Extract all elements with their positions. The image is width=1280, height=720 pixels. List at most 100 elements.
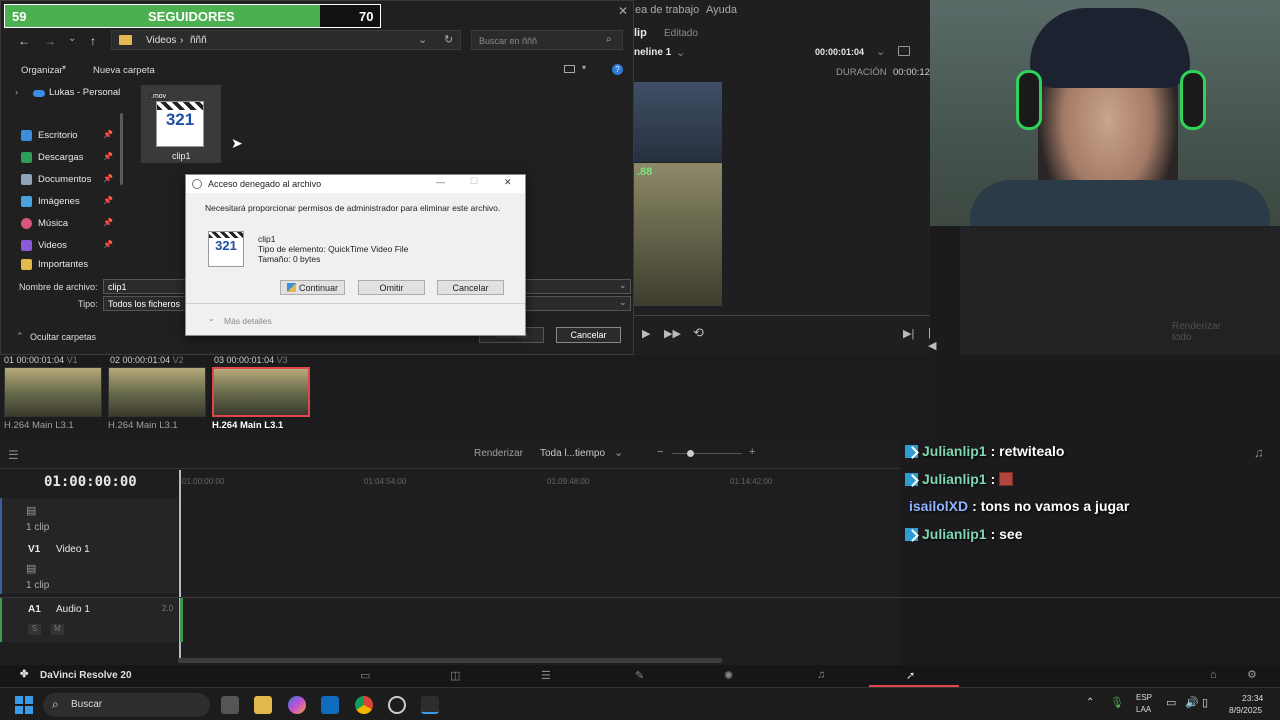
cancel-button[interactable]: Cancelar — [556, 327, 621, 343]
menu-help[interactable]: Ayuda — [706, 4, 737, 16]
skip-end-icon[interactable]: ▶| — [903, 327, 914, 340]
cancel-button[interactable]: Cancelar — [437, 280, 504, 295]
play-icon[interactable]: ▶ — [642, 327, 650, 340]
chevron-down-icon[interactable]: ⌄ — [614, 446, 623, 459]
tab-edited[interactable]: Editado — [664, 28, 698, 39]
menu-workspace[interactable]: ea de trabajo — [635, 4, 699, 16]
breadcrumb-videos[interactable]: Videos — [146, 35, 176, 46]
minimize-icon[interactable]: — — [436, 177, 445, 187]
up-icon[interactable]: ↑ — [90, 34, 96, 48]
copilot-icon[interactable] — [288, 696, 306, 714]
home-icon[interactable]: ⌂ — [1210, 669, 1217, 681]
close-icon[interactable]: ✕ — [504, 177, 512, 188]
zoom-slider[interactable] — [672, 453, 742, 454]
task-view-icon[interactable] — [221, 696, 239, 714]
davinci-resolve-icon[interactable] — [421, 696, 439, 714]
chevron-down-icon[interactable]: ⌄ — [418, 33, 427, 46]
chevron-down-icon[interactable]: ⌄ — [619, 297, 627, 308]
new-folder-button[interactable]: Nueva carpeta — [93, 65, 155, 76]
forward-icon[interactable]: → — [44, 34, 56, 48]
timeline-scrollbar[interactable] — [178, 658, 722, 663]
clip-thumbnail-selected[interactable] — [212, 367, 310, 417]
hide-folders-button[interactable]: Ocultar carpetas — [30, 332, 96, 342]
music-note-icon[interactable]: ♫ — [1254, 445, 1264, 460]
sidebar-scrollbar[interactable] — [120, 113, 123, 185]
render-all-button[interactable]: Renderizar todo — [1172, 321, 1221, 343]
cut-page-icon[interactable]: ◫ — [450, 669, 460, 682]
audio-clip[interactable] — [180, 598, 183, 642]
timeline-name[interactable]: neline 1 — [634, 47, 671, 58]
sidebar-item-documents[interactable]: Documentos — [21, 169, 91, 189]
sidebar-item-music[interactable]: Música — [21, 213, 68, 233]
media-page-icon[interactable]: ▭ — [360, 669, 370, 682]
address-bar[interactable]: Videos › ñññ ⌄ ↻ — [111, 30, 461, 50]
color-page-icon[interactable]: ✺ — [724, 669, 733, 682]
rocket-icon[interactable]: ➚ — [906, 669, 915, 682]
skip-button[interactable]: Omitir — [358, 280, 425, 295]
sidebar-item-videos[interactable]: Videos — [21, 235, 67, 255]
chevron-right-icon[interactable]: › — [15, 87, 18, 97]
volume-icon[interactable]: 🔊 — [1185, 696, 1199, 709]
battery-icon[interactable]: ▯ — [1202, 696, 1208, 709]
outlook-icon[interactable] — [321, 696, 339, 714]
loop-icon[interactable]: ⟲ — [693, 325, 704, 341]
edit-page-icon[interactable]: ☰ — [541, 669, 551, 682]
sidebar-item-important[interactable]: Importantes — [21, 257, 88, 271]
chevron-down-icon[interactable]: ⌄ — [676, 46, 685, 59]
back-icon[interactable]: ← — [18, 34, 30, 48]
refresh-icon[interactable]: ↻ — [444, 33, 453, 46]
file-explorer-icon[interactable] — [254, 696, 272, 714]
track-name[interactable]: Video 1 — [56, 544, 90, 555]
chevron-down-icon[interactable]: ⌄ — [208, 314, 215, 323]
sidebar-item-desktop[interactable]: Escritorio — [21, 125, 78, 145]
pin-icon[interactable]: 📌 — [103, 152, 113, 161]
close-icon[interactable]: ✕ — [618, 4, 628, 18]
sidebar-item-downloads[interactable]: Descargas — [21, 147, 83, 167]
chrome-icon[interactable] — [355, 696, 373, 714]
chevron-down-icon[interactable]: ▾ — [582, 63, 586, 72]
clip-thumbnail[interactable] — [4, 367, 102, 417]
monitor-icon[interactable] — [898, 46, 910, 56]
search-box[interactable]: Buscar en ñññ ⌕ — [471, 30, 623, 50]
chevron-down-icon[interactable]: ⌄ — [876, 45, 885, 58]
chevron-down-icon[interactable]: ▾ — [62, 63, 66, 72]
clock-time[interactable]: 23:34 — [1242, 693, 1263, 703]
microphone-icon[interactable]: 🎙 — [1110, 696, 1124, 709]
taskbar-search[interactable]: ⌕ Buscar — [43, 693, 210, 717]
timeline-options-icon[interactable]: ☰ — [8, 448, 19, 462]
gear-icon[interactable]: ⚙ — [1247, 668, 1257, 681]
steam-icon[interactable] — [388, 696, 406, 714]
render-range-select[interactable]: Toda l...tiempo — [540, 448, 605, 459]
fusion-page-icon[interactable]: ✎ — [635, 669, 644, 682]
sidebar-item-onedrive[interactable]: Lukas - Personal — [49, 87, 120, 98]
chevron-up-icon[interactable]: ⌃ — [1086, 697, 1094, 708]
view-icon[interactable] — [564, 65, 575, 73]
search-icon[interactable]: ⌕ — [606, 34, 612, 45]
continue-button[interactable]: Continuar — [280, 280, 345, 295]
zoom-slider-handle[interactable] — [687, 450, 694, 457]
windows-start-icon[interactable] — [15, 696, 33, 714]
file-item-clip1[interactable]: .mov 321 clip1 — [141, 85, 221, 163]
zoom-in-icon[interactable]: + — [749, 446, 755, 458]
fast-forward-icon[interactable]: ▶▶ — [664, 327, 681, 340]
lang-code[interactable]: ESP — [1136, 693, 1152, 702]
pin-icon[interactable]: 📌 — [103, 240, 113, 249]
chevron-up-icon[interactable]: ⌃ — [16, 331, 24, 342]
solo-button[interactable]: S — [28, 624, 41, 635]
chevron-down-icon[interactable]: ⌄ — [619, 280, 627, 291]
pin-icon[interactable]: 📌 — [103, 218, 113, 227]
pin-icon[interactable]: 📌 — [103, 196, 113, 205]
fairlight-page-icon[interactable]: ♫ — [817, 669, 825, 681]
chevron-down-icon[interactable]: ⌄ — [68, 33, 76, 44]
mute-button[interactable]: M — [51, 624, 64, 635]
pin-icon[interactable]: 📌 — [103, 130, 113, 139]
more-details-link[interactable]: Más detalles — [224, 316, 272, 326]
network-icon[interactable]: ▭ — [1166, 696, 1176, 709]
breadcrumb-folder[interactable]: ñññ — [190, 35, 207, 46]
pin-icon[interactable]: 📌 — [103, 174, 113, 183]
sidebar-item-pictures[interactable]: Imágenes — [21, 191, 80, 211]
clock-date[interactable]: 8/9/2025 — [1229, 705, 1262, 715]
clip-thumbnail[interactable] — [108, 367, 206, 417]
help-icon[interactable]: ? — [612, 64, 623, 75]
organize-button[interactable]: Organizar — [21, 65, 63, 76]
